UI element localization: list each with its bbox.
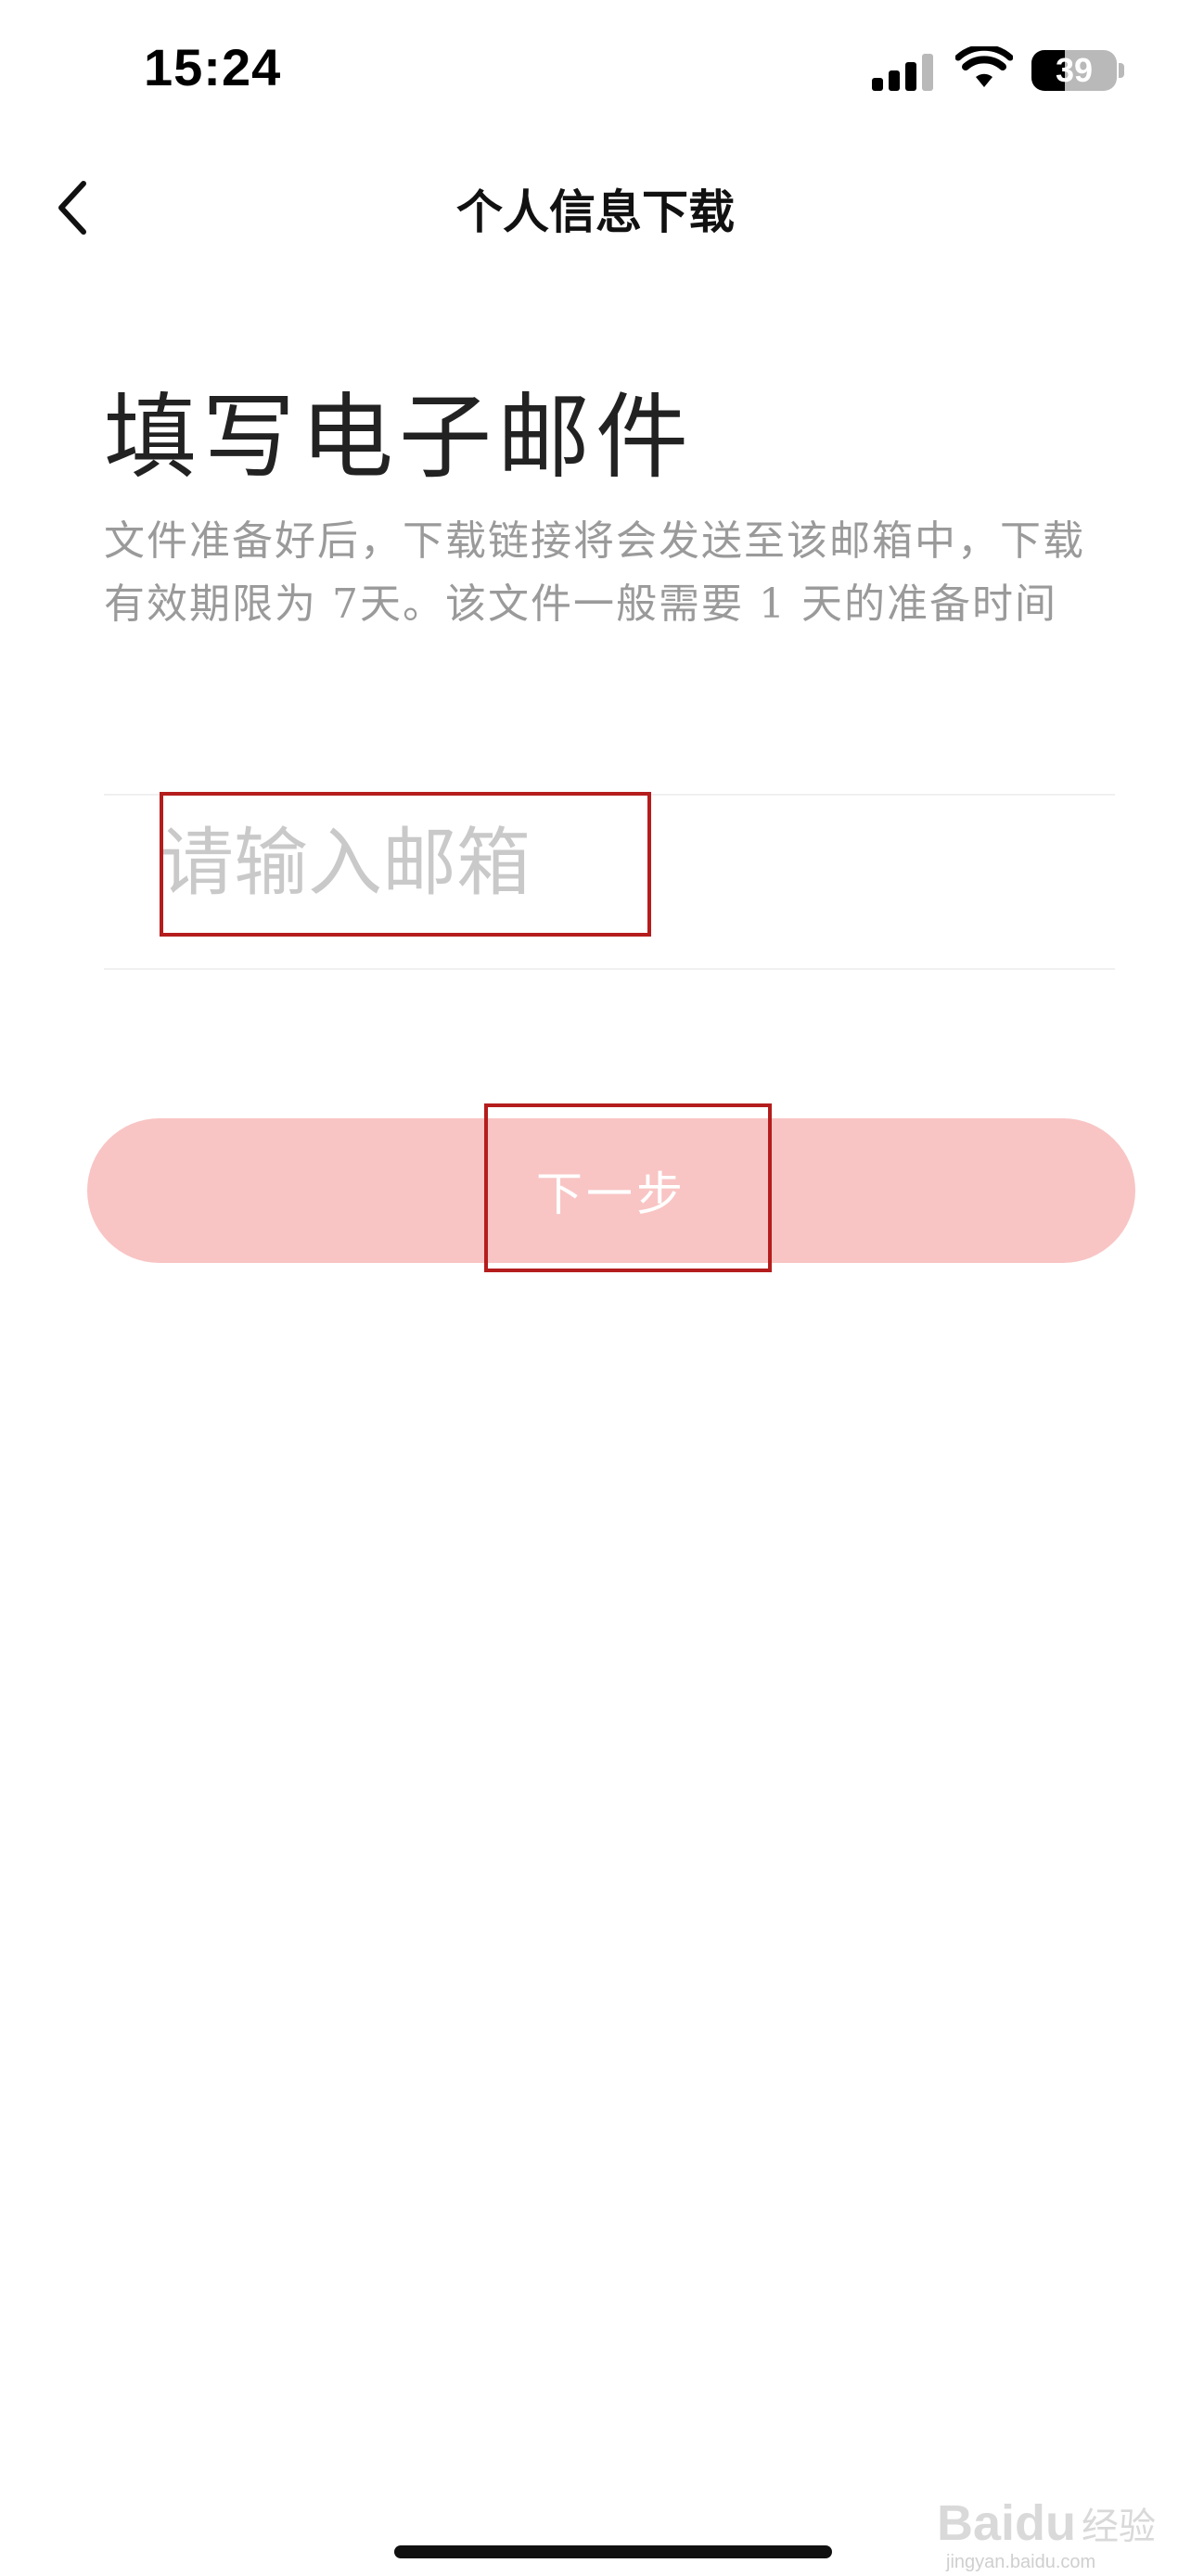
- battery-icon: 39: [1031, 50, 1117, 91]
- nav-bar: 个人信息下载: [0, 148, 1191, 269]
- annotation-box-email: [160, 792, 651, 937]
- home-indicator[interactable]: [394, 2545, 832, 2558]
- watermark: Baidu 经验: [937, 2494, 1156, 2552]
- cellular-signal-icon: [872, 54, 937, 91]
- annotation-box-next: [484, 1103, 772, 1272]
- section-heading: 填写电子邮件: [104, 383, 694, 491]
- page-title: 个人信息下载: [456, 185, 735, 239]
- battery-cap: [1119, 63, 1124, 78]
- wifi-icon: [955, 46, 1013, 87]
- status-bar: 15:24 39: [0, 0, 1191, 148]
- watermark-sub: 经验: [1082, 2506, 1157, 2548]
- section-description: 文件准备好后，下载链接将会发送至该邮箱中，下载有效期限为 7天。该文件一般需要 …: [104, 517, 1085, 628]
- watermark-brand: Baidu: [937, 2495, 1077, 2551]
- input-bottom-divider: [104, 968, 1115, 970]
- watermark-domain: jingyan.baidu.com: [946, 2552, 1096, 2572]
- battery-level: 39: [1055, 51, 1094, 89]
- status-time: 15:24: [144, 38, 282, 96]
